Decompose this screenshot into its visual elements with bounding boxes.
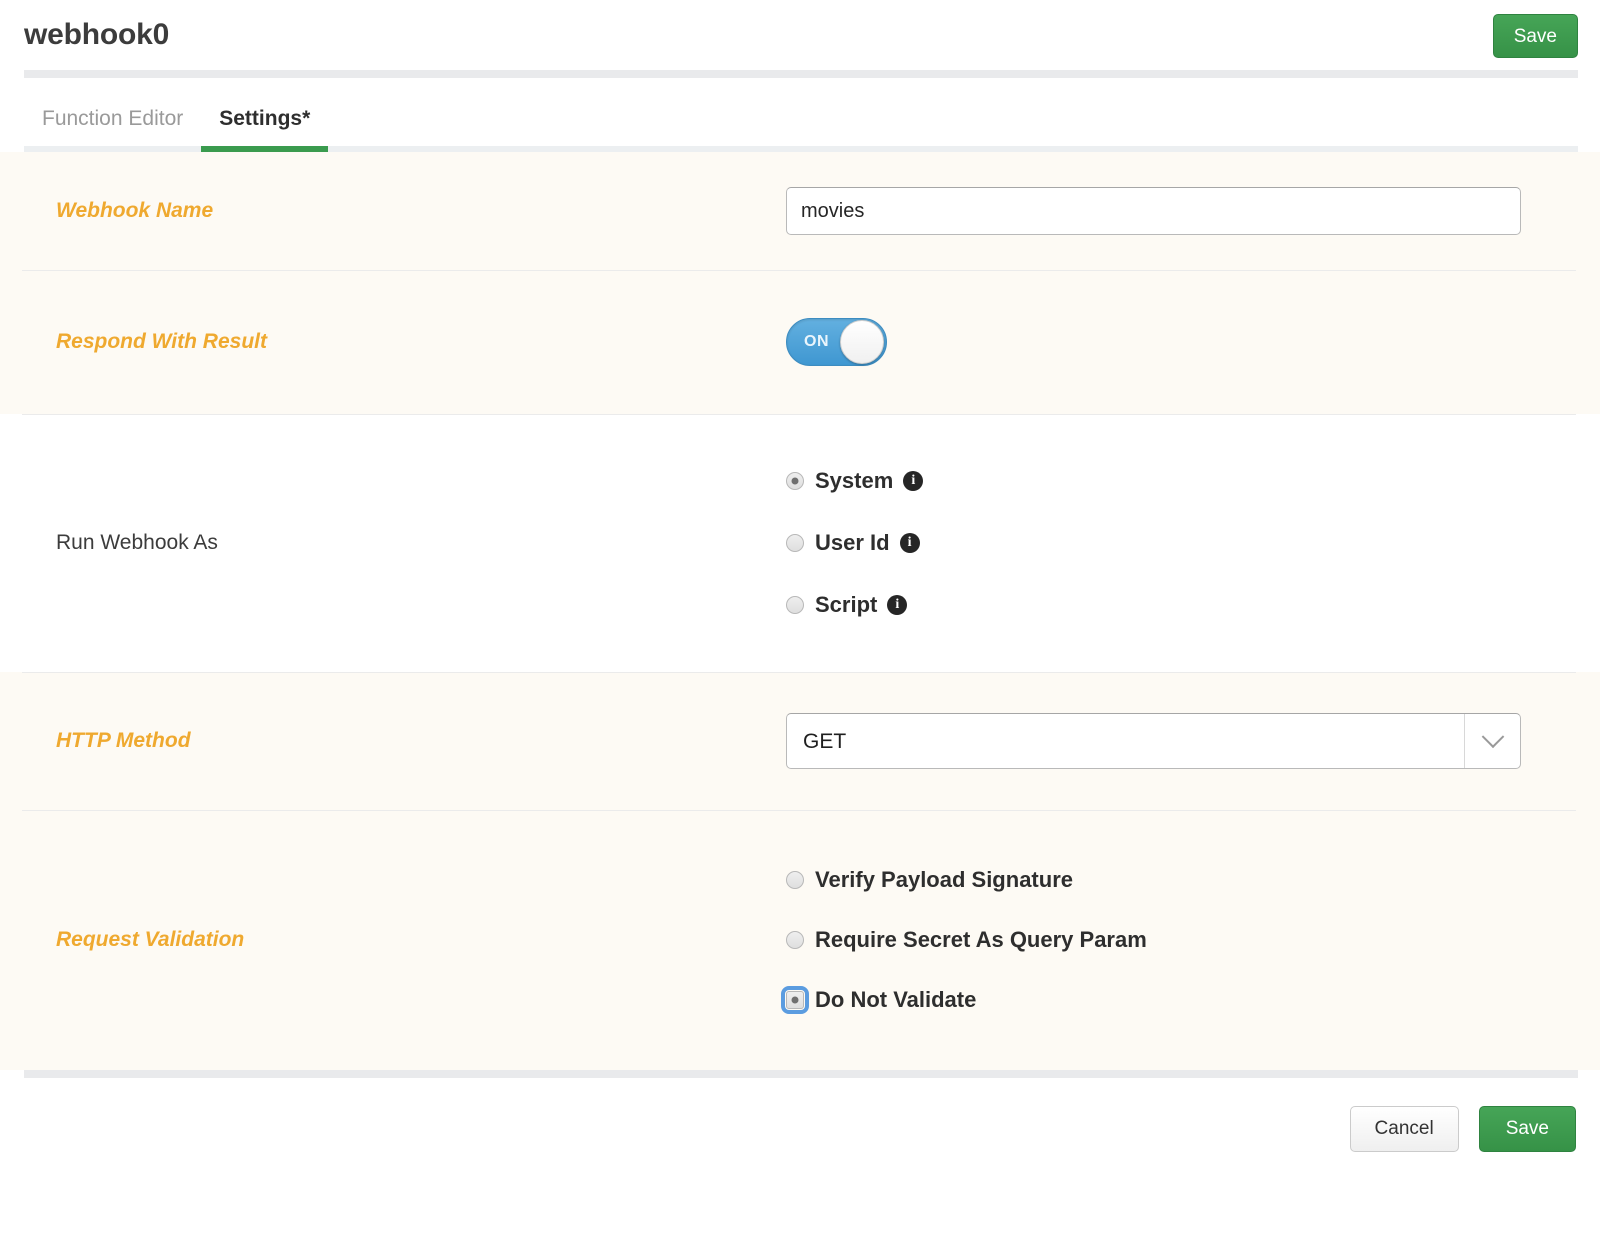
- request-validation-radio-group: Verify Payload Signature Require Secret …: [781, 850, 1576, 1030]
- http-method-selected-value: GET: [803, 729, 847, 753]
- radio-verify-payload-signature[interactable]: Verify Payload Signature: [786, 850, 1576, 910]
- tab-settings[interactable]: Settings*: [201, 108, 329, 152]
- row-webhook-name: Webhook Name: [0, 152, 1600, 270]
- label-http-method: HTTP Method: [56, 729, 191, 753]
- radio-indicator[interactable]: [786, 871, 804, 889]
- webhook-name-input[interactable]: [786, 187, 1521, 235]
- page-footer: Cancel Save: [0, 1078, 1600, 1179]
- label-request-validation: Request Validation: [56, 928, 245, 952]
- respond-with-result-toggle[interactable]: ON: [786, 318, 887, 366]
- page-header: webhook0 Save: [0, 0, 1600, 70]
- radio-require-secret-as-query-param[interactable]: Require Secret As Query Param: [786, 910, 1576, 970]
- control-http-method: GET: [786, 713, 1576, 769]
- run-webhook-as-radio-group: System i User Id i Script i: [786, 450, 1576, 636]
- radio-indicator[interactable]: [786, 931, 804, 949]
- control-run-webhook-as: System i User Id i Script i: [786, 450, 1576, 636]
- radio-label-verify-payload-signature: Verify Payload Signature: [815, 867, 1073, 892]
- radio-label-require-secret-as-query-param: Require Secret As Query Param: [815, 927, 1147, 952]
- radio-run-as-script[interactable]: Script i: [786, 574, 1576, 636]
- webhook-settings-page: webhook0 Save Function Editor Settings* …: [0, 0, 1600, 1234]
- label-run-webhook-as: Run Webhook As: [56, 531, 218, 555]
- tab-bar: Function Editor Settings*: [24, 108, 1578, 152]
- chevron-down-icon[interactable]: [1464, 714, 1520, 768]
- page-title: webhook0: [24, 18, 170, 51]
- label-webhook-name: Webhook Name: [56, 199, 214, 223]
- radio-indicator[interactable]: [786, 596, 804, 614]
- toggle-knob[interactable]: [840, 320, 884, 364]
- info-icon[interactable]: i: [903, 471, 924, 491]
- radio-label-system: System: [815, 468, 894, 493]
- info-icon[interactable]: i: [887, 595, 908, 615]
- info-icon[interactable]: i: [899, 533, 920, 553]
- header-save-button[interactable]: Save: [1492, 14, 1578, 58]
- control-request-validation: Verify Payload Signature Require Secret …: [781, 850, 1576, 1030]
- tab-bar-container: Function Editor Settings*: [0, 78, 1600, 152]
- radio-label-user-id: User Id: [815, 530, 890, 555]
- control-webhook-name: [786, 187, 1576, 235]
- radio-label-script: Script: [815, 592, 878, 617]
- toggle-state-label: ON: [804, 333, 830, 350]
- row-http-method: HTTP Method GET: [0, 672, 1600, 810]
- cancel-button[interactable]: Cancel: [1349, 1105, 1459, 1152]
- radio-run-as-user-id[interactable]: User Id i: [786, 512, 1576, 574]
- footer-save-button[interactable]: Save: [1478, 1105, 1576, 1152]
- header-divider: [24, 70, 1578, 78]
- radio-run-as-system[interactable]: System i: [786, 450, 1576, 512]
- form-bottom-divider: [24, 1070, 1578, 1078]
- radio-do-not-validate[interactable]: Do Not Validate: [781, 970, 1576, 1030]
- control-respond-with-result: ON: [786, 318, 1576, 366]
- row-run-webhook-as: Run Webhook As System i User Id i Script…: [0, 414, 1600, 672]
- radio-indicator[interactable]: [781, 986, 809, 1014]
- http-method-select[interactable]: GET: [786, 713, 1521, 769]
- row-respond-with-result: Respond With Result ON: [0, 270, 1600, 414]
- label-respond-with-result: Respond With Result: [56, 330, 267, 354]
- settings-form: Webhook Name Respond With Result ON Run …: [0, 152, 1600, 1070]
- tab-function-editor[interactable]: Function Editor: [24, 108, 201, 146]
- radio-label-do-not-validate: Do Not Validate: [815, 987, 977, 1012]
- row-request-validation: Request Validation Verify Payload Signat…: [0, 810, 1600, 1070]
- radio-indicator[interactable]: [786, 534, 804, 552]
- radio-indicator[interactable]: [786, 472, 804, 490]
